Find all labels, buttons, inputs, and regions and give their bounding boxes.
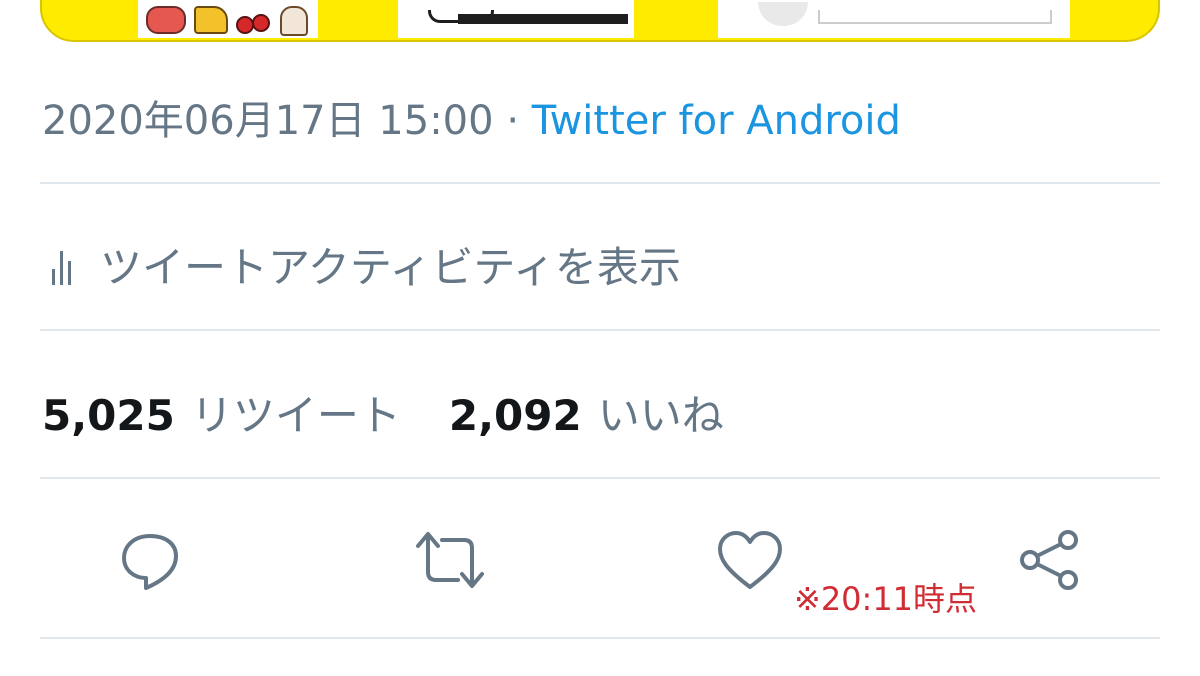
tweet-stats: 5,025 リツイート 2,092 いいね — [42, 382, 724, 443]
media-thumbnail[interactable] — [398, 0, 634, 38]
media-thumbnail[interactable] — [138, 0, 318, 38]
product-illustration — [818, 10, 1052, 24]
timestamp-annotation: ※20:11時点 — [794, 580, 978, 618]
reply-icon — [122, 534, 178, 590]
media-thumbnail[interactable] — [718, 0, 1070, 38]
divider — [40, 477, 1160, 479]
mushroom-illustration — [280, 6, 308, 36]
tweet-activity-label: ツイートアクティビティを表示 — [100, 243, 681, 292]
tweet-timestamp[interactable]: 2020年06月17日 15:00 — [42, 98, 494, 144]
tweet-source[interactable]: Twitter for Android — [532, 98, 901, 144]
share-button[interactable] — [1014, 524, 1086, 596]
reply-button[interactable] — [114, 524, 186, 596]
tweet-activity-link[interactable]: ツイートアクティビティを表示 — [42, 234, 681, 295]
cheese-illustration — [194, 6, 228, 34]
meat-illustration — [146, 6, 186, 34]
like-count[interactable]: 2,092 — [449, 391, 582, 440]
device-illustration — [458, 14, 628, 24]
meta-separator: · — [506, 98, 520, 144]
tweet-meta: 2020年06月17日 15:00 · Twitter for Android — [42, 88, 901, 146]
product-illustration — [758, 2, 808, 26]
like-button[interactable] — [714, 524, 786, 596]
heart-icon — [718, 531, 782, 589]
divider — [40, 637, 1160, 639]
share-icon — [1020, 530, 1078, 590]
divider — [40, 182, 1160, 184]
media-banner[interactable] — [40, 0, 1160, 42]
like-label[interactable]: いいね — [598, 382, 724, 443]
retweet-label[interactable]: リツイート — [191, 382, 401, 443]
cherry-illustration — [252, 14, 270, 32]
analytics-icon — [42, 245, 76, 285]
retweet-button[interactable] — [414, 524, 486, 596]
divider — [40, 329, 1160, 331]
retweet-icon — [416, 532, 484, 588]
retweet-count[interactable]: 5,025 — [42, 391, 175, 440]
